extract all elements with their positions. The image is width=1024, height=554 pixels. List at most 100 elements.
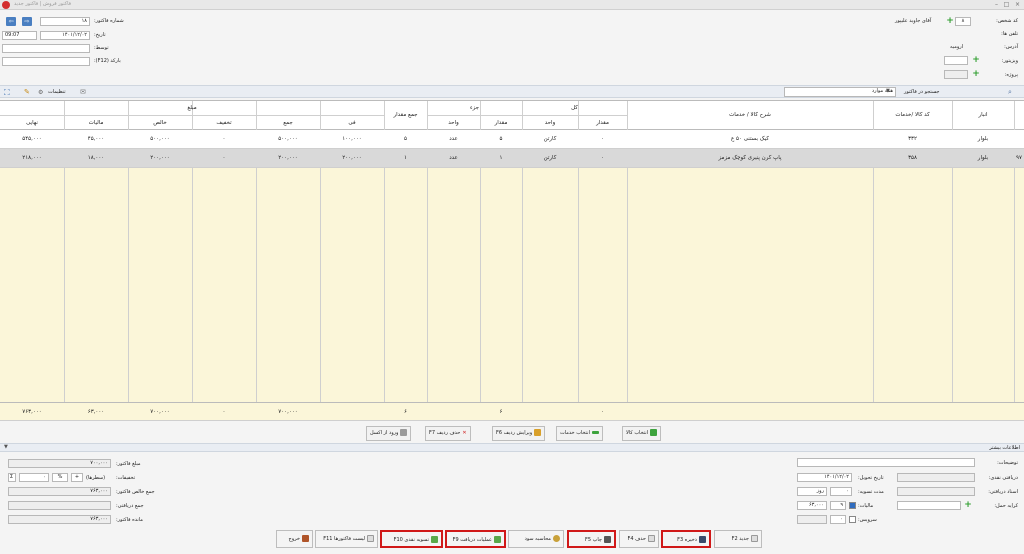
next-invoice-icon[interactable]: ⇦ bbox=[6, 17, 16, 26]
plus-select[interactable]: + bbox=[71, 473, 83, 482]
settle-unit-select[interactable]: روز bbox=[797, 487, 827, 496]
edit-row-button[interactable]: ویرایش ردیف F6 bbox=[492, 426, 546, 441]
collapse-icon[interactable]: ▼ bbox=[4, 444, 8, 450]
maximize-icon[interactable]: □ bbox=[1002, 1, 1011, 9]
row-qty-part: ۵ bbox=[499, 136, 503, 142]
customer-code-input[interactable]: ۸ bbox=[955, 17, 971, 26]
profit-button[interactable]: محاسبه سود bbox=[508, 530, 564, 548]
col-description[interactable]: شرح کالا / خدمات bbox=[627, 111, 873, 119]
row-qty-part: ۱ bbox=[499, 155, 503, 161]
add-visitor-icon[interactable]: + bbox=[972, 56, 980, 65]
minimize-icon[interactable]: – bbox=[992, 1, 1001, 9]
settings-icon[interactable]: ⚙ bbox=[38, 89, 43, 96]
import-excel-button[interactable]: ورود از اکسل bbox=[366, 426, 412, 441]
money-icon bbox=[431, 536, 438, 543]
settings-label[interactable]: تنظیمات bbox=[48, 89, 66, 95]
service-amount-input[interactable] bbox=[797, 515, 827, 524]
add-customer-icon[interactable]: + bbox=[946, 17, 954, 26]
excel-icon bbox=[400, 429, 408, 436]
sigma-icon[interactable]: Σ bbox=[8, 473, 16, 482]
discounts-label: تخفیفات: bbox=[116, 475, 136, 481]
barcode-label: بارکد (F12): bbox=[94, 58, 121, 64]
more-info-bar[interactable]: اطلاعات بیشتر ▼ bbox=[0, 443, 1024, 452]
new-doc-icon bbox=[751, 535, 758, 542]
save-button[interactable]: ذخیره F3 bbox=[661, 530, 711, 548]
invoice-amount-label: مبلغ فاکتور: bbox=[116, 461, 141, 467]
total-total-qty: ۶ bbox=[404, 409, 407, 415]
expand-icon[interactable]: ⛶ bbox=[4, 88, 10, 98]
new-button[interactable]: جدید F2 bbox=[714, 530, 762, 548]
col-tax[interactable]: مالیات bbox=[64, 119, 128, 127]
doc-received-input[interactable] bbox=[897, 487, 975, 496]
col-warehouse[interactable]: انبار bbox=[952, 111, 1014, 119]
delivery-date-input[interactable]: ۱۴۰۱/۱۲/۰۲ bbox=[797, 473, 852, 482]
delete-button[interactable]: حذف F4 bbox=[619, 530, 659, 548]
select-goods-button[interactable]: انتخاب کالا bbox=[622, 426, 662, 441]
invoice-list-button[interactable]: لیست فاکتورها F11 bbox=[315, 530, 378, 548]
row-sum: ۲۰۰,۰۰۰ bbox=[278, 155, 298, 161]
tax-checkbox[interactable] bbox=[849, 502, 856, 509]
settle-value-input[interactable]: ۰ bbox=[830, 487, 852, 496]
exit-button[interactable]: خروج bbox=[276, 530, 313, 548]
row-index: ۹۷ bbox=[1016, 155, 1022, 161]
add-freight-icon[interactable]: + bbox=[964, 501, 972, 510]
by-input[interactable] bbox=[2, 44, 90, 53]
col-fee[interactable]: فی bbox=[320, 119, 384, 127]
delete-row-button[interactable]: ✕حذف ردیف F7 bbox=[425, 426, 471, 441]
service-checkbox[interactable] bbox=[849, 516, 856, 523]
tax-amount-input[interactable]: ۶۳,۰۰۰ bbox=[797, 501, 827, 510]
window-title: فاکتور فروش | فاکتور جدید bbox=[14, 1, 72, 7]
cash-settle-label: تسویه نقدی F10 bbox=[393, 537, 429, 543]
row-fee: ۲۰۰,۰۰۰ bbox=[342, 155, 362, 161]
col-unit-total[interactable]: واحد bbox=[522, 119, 578, 127]
col-qty-total[interactable]: مقدار bbox=[578, 119, 627, 127]
search-scope-select[interactable]: همه موارد bbox=[784, 87, 896, 97]
barcode-input[interactable] bbox=[2, 57, 90, 66]
table-row-selected[interactable]: ۹۷ بلوار ۳۵۸ پاپ کرن پنیری کوچک مزمز ۰ ک… bbox=[0, 149, 1024, 168]
add-project-icon[interactable]: + bbox=[972, 70, 980, 79]
discount-rows-label: (سطرها) bbox=[86, 475, 106, 481]
tax-percent-input[interactable]: ۹ bbox=[830, 501, 846, 510]
time-input[interactable]: 09:07 bbox=[2, 31, 37, 40]
project-input[interactable] bbox=[944, 70, 968, 79]
search-icon[interactable]: ⌕ bbox=[1008, 88, 1012, 97]
service-percent-input[interactable]: ۰ bbox=[830, 515, 846, 524]
col-net[interactable]: خالص bbox=[128, 119, 192, 127]
group-total: کل bbox=[571, 105, 578, 111]
printer-icon bbox=[604, 536, 611, 543]
select-services-button[interactable]: انتخاب خدمات bbox=[556, 426, 603, 441]
col-qty-part[interactable]: مقدار bbox=[480, 119, 522, 127]
date-input[interactable]: ۱۴۰۱/۱۲/۰۲ bbox=[40, 31, 90, 40]
col-unit-part[interactable]: واحد bbox=[427, 119, 480, 127]
received-total-value bbox=[8, 501, 111, 510]
row-description: کیک بستنی ۵۰ ع bbox=[731, 136, 769, 142]
mail-icon[interactable]: ✉ bbox=[80, 88, 86, 96]
col-final[interactable]: نهایی bbox=[0, 119, 64, 127]
more-info-label: اطلاعات بیشتر bbox=[989, 445, 1020, 451]
cash-received-input[interactable] bbox=[897, 473, 975, 482]
tools-icon[interactable]: ✎ bbox=[24, 88, 30, 96]
col-sum[interactable]: جمع bbox=[256, 119, 320, 127]
invoice-number-input[interactable]: ۱۸ bbox=[40, 17, 90, 26]
row-unit-part: عدد bbox=[449, 155, 458, 161]
receive-ops-button[interactable]: عملیات دریافت F9 bbox=[445, 530, 506, 548]
select-services-label: انتخاب خدمات bbox=[560, 430, 590, 436]
freight-input[interactable] bbox=[897, 501, 961, 510]
remaining-label: مانده فاکتور: bbox=[116, 517, 143, 523]
discount-value-input[interactable]: ۰ bbox=[19, 473, 49, 482]
percent-select[interactable]: % bbox=[52, 473, 68, 482]
col-total-qty[interactable]: جمع مقدار bbox=[384, 111, 427, 119]
visitor-input[interactable] bbox=[944, 56, 968, 65]
table-row[interactable]: بلوار ۳۳۲ کیک بستنی ۵۰ ع ۰ کارتن ۵ عدد ۵… bbox=[0, 130, 1024, 149]
col-discount[interactable]: تخفیف bbox=[192, 119, 256, 127]
chevron-down-icon[interactable]: ▼ bbox=[886, 88, 890, 94]
cash-settle-button[interactable]: تسویه نقدی F10 bbox=[380, 530, 443, 548]
print-button[interactable]: چاپ F5 bbox=[567, 530, 616, 548]
description-input[interactable] bbox=[797, 458, 975, 467]
col-code[interactable]: کد کالا /خدمات bbox=[873, 111, 952, 119]
customer-code-label: کد شخص: bbox=[996, 18, 1018, 24]
close-icon[interactable]: × bbox=[1013, 1, 1022, 9]
title-bar: فاکتور فروش | فاکتور جدید – □ × bbox=[0, 0, 1024, 10]
prev-invoice-icon[interactable]: ⇨ bbox=[22, 17, 32, 26]
row-total-qty: ۱ bbox=[404, 155, 407, 161]
